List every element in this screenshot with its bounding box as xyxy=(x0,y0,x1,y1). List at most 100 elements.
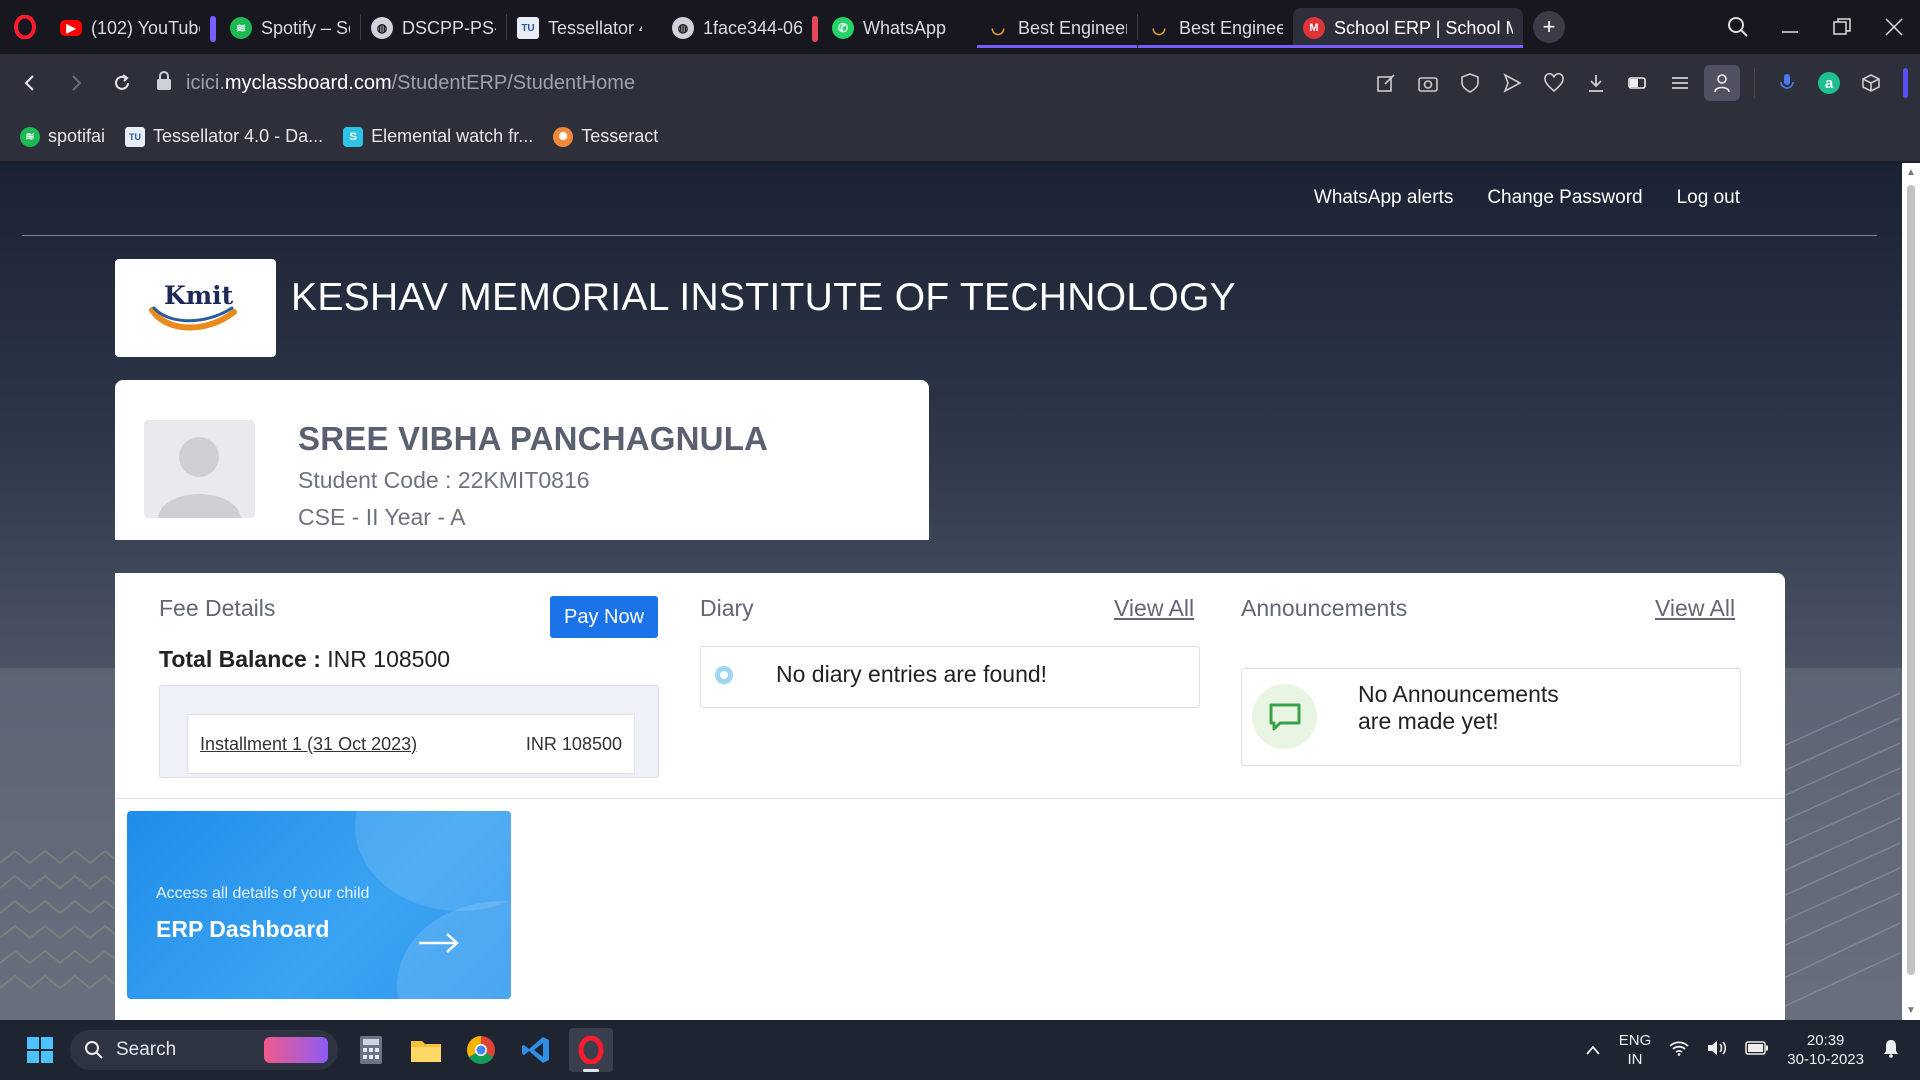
globe-icon: ◍ xyxy=(672,17,694,39)
logout-link[interactable]: Log out xyxy=(1677,187,1740,209)
diary-view-all-link[interactable]: View All xyxy=(1114,595,1194,622)
diary-empty-text: No diary entries are found! xyxy=(776,661,1048,687)
address-bar-row: icici.myclassboard.com/StudentERP/Studen… xyxy=(0,54,1920,112)
opera-app-icon[interactable] xyxy=(569,1028,613,1072)
tab-school-erp[interactable]: M School ERP | School Ma xyxy=(1293,8,1523,48)
bookmark-spotifai[interactable]: ≋ spotifai xyxy=(20,126,105,147)
easy-setup-icon[interactable] xyxy=(1662,65,1698,101)
student-name: SREE VIBHA PANCHAGNULA xyxy=(298,420,769,457)
tab-best-engineering-1[interactable]: ◡ Best Engineeri xyxy=(977,8,1137,48)
school-erp-icon: M xyxy=(1303,17,1325,39)
bookmark-label: Tesseract xyxy=(581,126,659,146)
student-profile-card: SREE VIBHA PANCHAGNULA Student Code : 22… xyxy=(115,380,929,540)
total-balance-label: Total Balance : xyxy=(159,646,321,672)
microphone-icon[interactable] xyxy=(1769,65,1805,101)
radio-dot-icon xyxy=(715,666,733,684)
installment-row: Installment 1 (31 Oct 2023) INR 108500 xyxy=(187,714,635,774)
tab-spotify[interactable]: ≋ Spotify – Searc xyxy=(210,8,360,48)
announcements-view-all-link[interactable]: View All xyxy=(1655,595,1735,622)
active-group-underline xyxy=(1293,45,1523,48)
edit-page-icon[interactable] xyxy=(1368,65,1404,101)
student-class: CSE - II Year - A xyxy=(298,504,466,530)
battery-saver-icon[interactable] xyxy=(1620,65,1656,101)
arc-icon: ◡ xyxy=(991,20,1005,37)
url-domain: myclassboard.com xyxy=(224,71,392,94)
taskbar-search[interactable]: Search xyxy=(70,1030,338,1070)
scrollbar-thumb[interactable] xyxy=(1907,185,1915,975)
installment-link[interactable]: Installment 1 (31 Oct 2023) xyxy=(200,734,417,755)
taskbar-clock[interactable]: 20:39 30-10-2023 xyxy=(1787,1031,1864,1069)
lock-icon xyxy=(156,70,172,96)
windows-taskbar: Search ENG IN 20:39 30-10-2023 xyxy=(0,1020,1920,1080)
total-balance: Total Balance : INR 108500 xyxy=(159,646,450,673)
windows-start-icon[interactable] xyxy=(20,1030,60,1070)
forward-icon[interactable] xyxy=(56,63,96,103)
bookmark-label: Elemental watch fr... xyxy=(371,126,534,146)
page-scrollbar[interactable]: ▲ ▼ xyxy=(1902,163,1920,1020)
tab-search-icon[interactable] xyxy=(1712,0,1764,54)
url-prefix: icici. xyxy=(186,71,225,94)
chevron-up-icon[interactable] xyxy=(1585,1042,1601,1059)
bookmark-elemental[interactable]: S Elemental watch fr... xyxy=(343,126,533,147)
tessellator-icon: TU xyxy=(125,126,146,147)
profile-icon[interactable] xyxy=(1704,65,1740,101)
whatsapp-alerts-link[interactable]: WhatsApp alerts xyxy=(1314,187,1453,209)
wifi-icon[interactable] xyxy=(1669,1040,1689,1060)
new-tab-button[interactable]: + xyxy=(1533,11,1565,43)
close-icon[interactable] xyxy=(1868,0,1920,54)
announcements-title: Announcements xyxy=(1241,595,1408,621)
chat-bubble-icon xyxy=(1252,684,1317,749)
page-viewport: WhatsApp alerts Change Password Log out … xyxy=(0,163,1920,1020)
shield-icon[interactable] xyxy=(1452,65,1488,101)
language-code: ENG xyxy=(1618,1032,1652,1049)
notification-bell-icon[interactable] xyxy=(1882,1038,1900,1062)
minimize-icon[interactable] xyxy=(1764,0,1816,54)
send-icon[interactable] xyxy=(1494,65,1530,101)
camera-icon[interactable] xyxy=(1410,65,1446,101)
heart-icon[interactable] xyxy=(1536,65,1572,101)
erp-dashboard-subtitle: Access all details of your child xyxy=(156,885,370,902)
tab-1face[interactable]: ◍ 1face344-0601 xyxy=(662,8,812,48)
cube-icon[interactable] xyxy=(1853,65,1889,101)
active-group-underline xyxy=(1138,45,1293,48)
tab-tessellator[interactable]: TU Tessellator 4.0 xyxy=(507,8,652,48)
erp-dashboard-title: ERP Dashboard xyxy=(156,916,330,942)
url-field[interactable]: icici.myclassboard.com/StudentERP/Studen… xyxy=(156,70,1356,96)
aria-icon[interactable]: a xyxy=(1811,65,1847,101)
erp-dashboard-card[interactable]: Access all details of your child ERP Das… xyxy=(127,811,511,999)
spotify-icon: ≋ xyxy=(230,17,252,39)
reload-icon[interactable] xyxy=(102,63,142,103)
pay-now-button[interactable]: Pay Now xyxy=(550,596,658,638)
tesseract-icon: ✺ xyxy=(553,126,574,147)
change-password-link[interactable]: Change Password xyxy=(1487,187,1642,209)
opera-menu-icon[interactable] xyxy=(0,0,50,54)
bookmark-tessellator[interactable]: TU Tessellator 4.0 - Da... xyxy=(125,126,323,147)
diary-empty-state: No diary entries are found! xyxy=(700,646,1200,708)
arrow-right-icon[interactable] xyxy=(417,931,461,955)
bookmark-tesseract[interactable]: ✺ Tesseract xyxy=(553,126,658,147)
active-group-underline xyxy=(977,45,1137,48)
calculator-app-icon[interactable] xyxy=(349,1028,393,1072)
tab-best-engineering-2[interactable]: ◡ Best Engineeri xyxy=(1138,8,1293,48)
fee-details-title: Fee Details xyxy=(159,595,276,621)
scroll-down-icon[interactable]: ▼ xyxy=(1906,1005,1916,1016)
person-placeholder-icon xyxy=(158,437,241,518)
tab-whatsapp[interactable]: ✆ WhatsApp xyxy=(812,8,977,48)
bookmark-label: Tessellator 4.0 - Da... xyxy=(153,126,324,146)
restore-icon[interactable] xyxy=(1816,0,1868,54)
scroll-up-icon[interactable]: ▲ xyxy=(1906,167,1916,178)
student-code: Student Code : 22KMIT0816 xyxy=(298,467,590,493)
system-tray: ENG IN 20:39 30-10-2023 xyxy=(1585,1031,1920,1069)
vscode-icon[interactable] xyxy=(514,1028,558,1072)
installments-panel: Installment 1 (31 Oct 2023) INR 108500 xyxy=(159,685,659,778)
file-explorer-icon[interactable] xyxy=(404,1028,448,1072)
tab-dscpp[interactable]: ◍ DSCPP-PS-202 xyxy=(361,8,506,48)
battery-icon[interactable] xyxy=(1745,1041,1769,1059)
volume-icon[interactable] xyxy=(1707,1040,1727,1060)
tab-youtube[interactable]: ▶ (102) YouTube xyxy=(50,8,210,48)
language-indicator[interactable]: ENG IN xyxy=(1619,1031,1652,1069)
back-icon[interactable] xyxy=(10,63,50,103)
download-icon[interactable] xyxy=(1578,65,1614,101)
chrome-icon[interactable] xyxy=(459,1028,503,1072)
search-icon xyxy=(85,1041,103,1059)
